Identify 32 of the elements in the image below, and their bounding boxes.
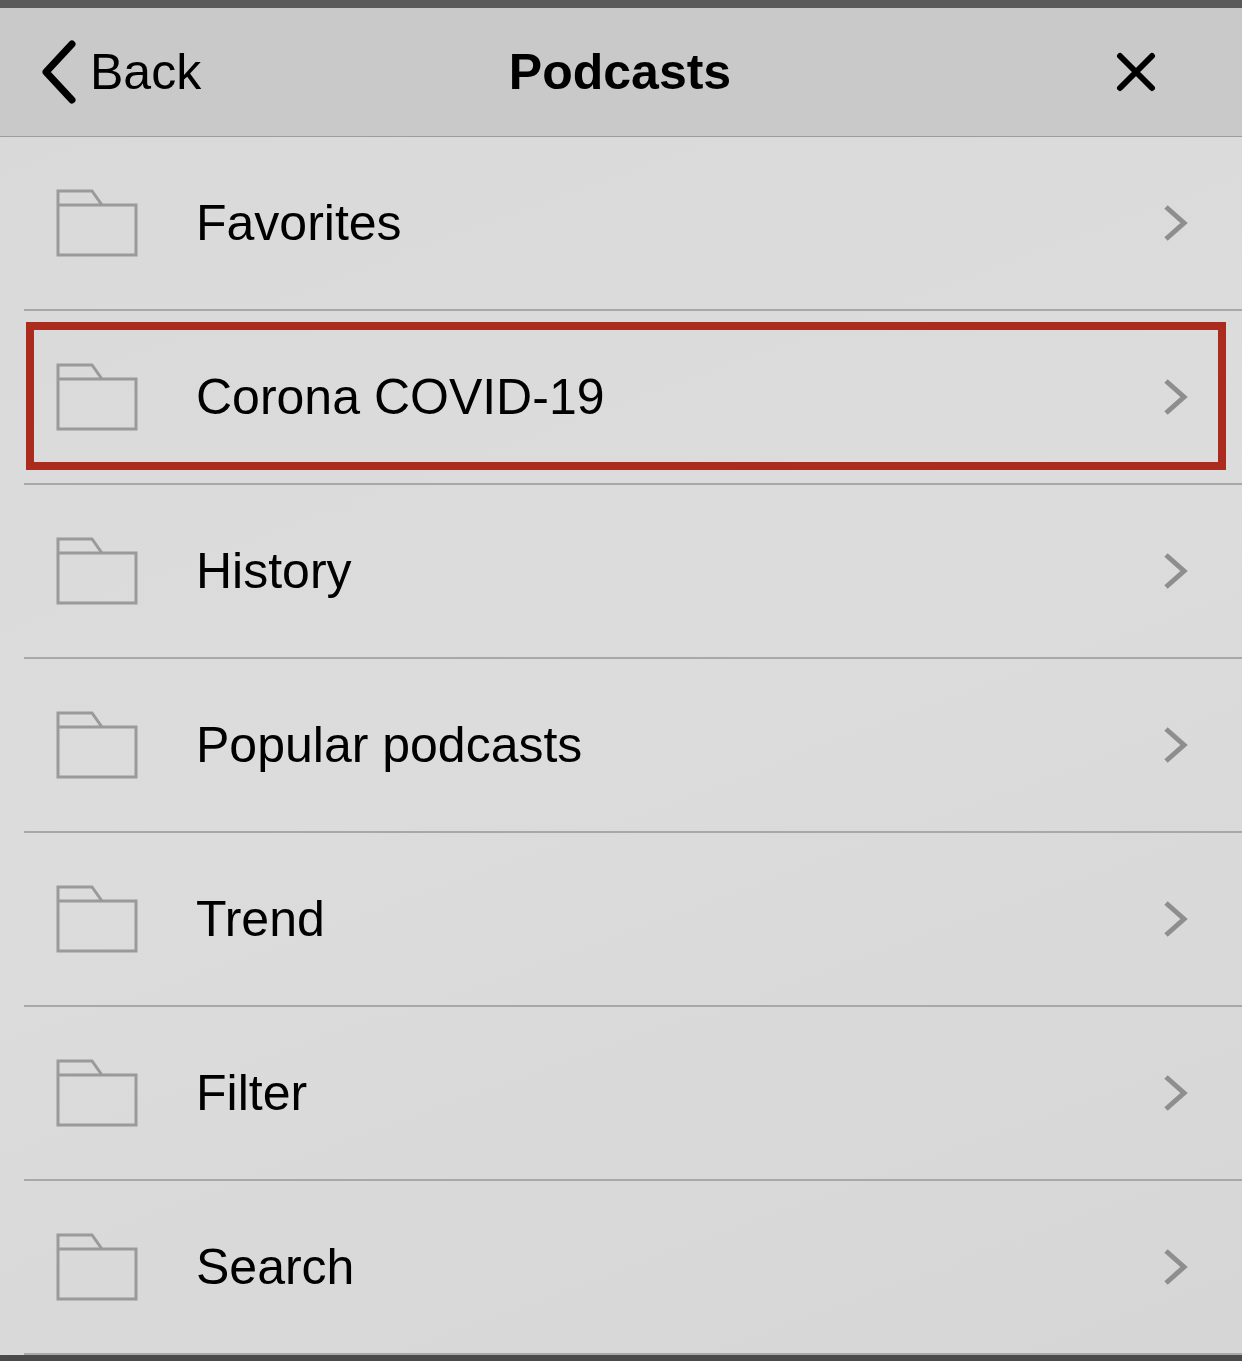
- chevron-right-icon: [1162, 1247, 1188, 1288]
- folder-icon: [56, 1233, 138, 1302]
- folder-list-item[interactable]: Search: [0, 1181, 1242, 1354]
- folder-icon: [56, 537, 138, 606]
- folder-list-item[interactable]: Filter: [0, 1007, 1242, 1180]
- folder-label: Filter: [196, 1064, 308, 1123]
- folder-label: Trend: [196, 890, 325, 949]
- folder-icon: [56, 885, 138, 954]
- close-icon: [1116, 51, 1156, 92]
- folder-label: Favorites: [196, 194, 402, 253]
- chevron-right-icon: [1162, 1073, 1188, 1114]
- folder-list-item[interactable]: Favorites: [0, 137, 1242, 310]
- chevron-right-icon: [1162, 551, 1188, 592]
- folder-label: Popular podcasts: [196, 716, 583, 775]
- folder-icon: [56, 363, 138, 432]
- chevron-right-icon: [1162, 377, 1188, 418]
- folder-icon: [56, 1059, 138, 1128]
- folder-list-item[interactable]: Popular podcasts: [0, 659, 1242, 832]
- back-button[interactable]: Back: [0, 39, 202, 104]
- folder-list-item[interactable]: History: [0, 485, 1242, 658]
- folder-label: Corona COVID-19: [196, 368, 605, 427]
- folder-icon: [56, 189, 138, 258]
- chevron-right-icon: [1162, 899, 1188, 940]
- folder-label: History: [196, 542, 352, 601]
- chevron-right-icon: [1162, 725, 1188, 766]
- folder-label: Search: [196, 1238, 355, 1297]
- chevron-right-icon: [1162, 203, 1188, 244]
- folder-list-item[interactable]: Corona COVID-19: [0, 311, 1242, 484]
- folder-icon: [56, 711, 138, 780]
- folder-list-item[interactable]: Trend: [0, 833, 1242, 1006]
- close-button[interactable]: [1116, 51, 1156, 92]
- screen-title: Podcasts: [507, 42, 733, 101]
